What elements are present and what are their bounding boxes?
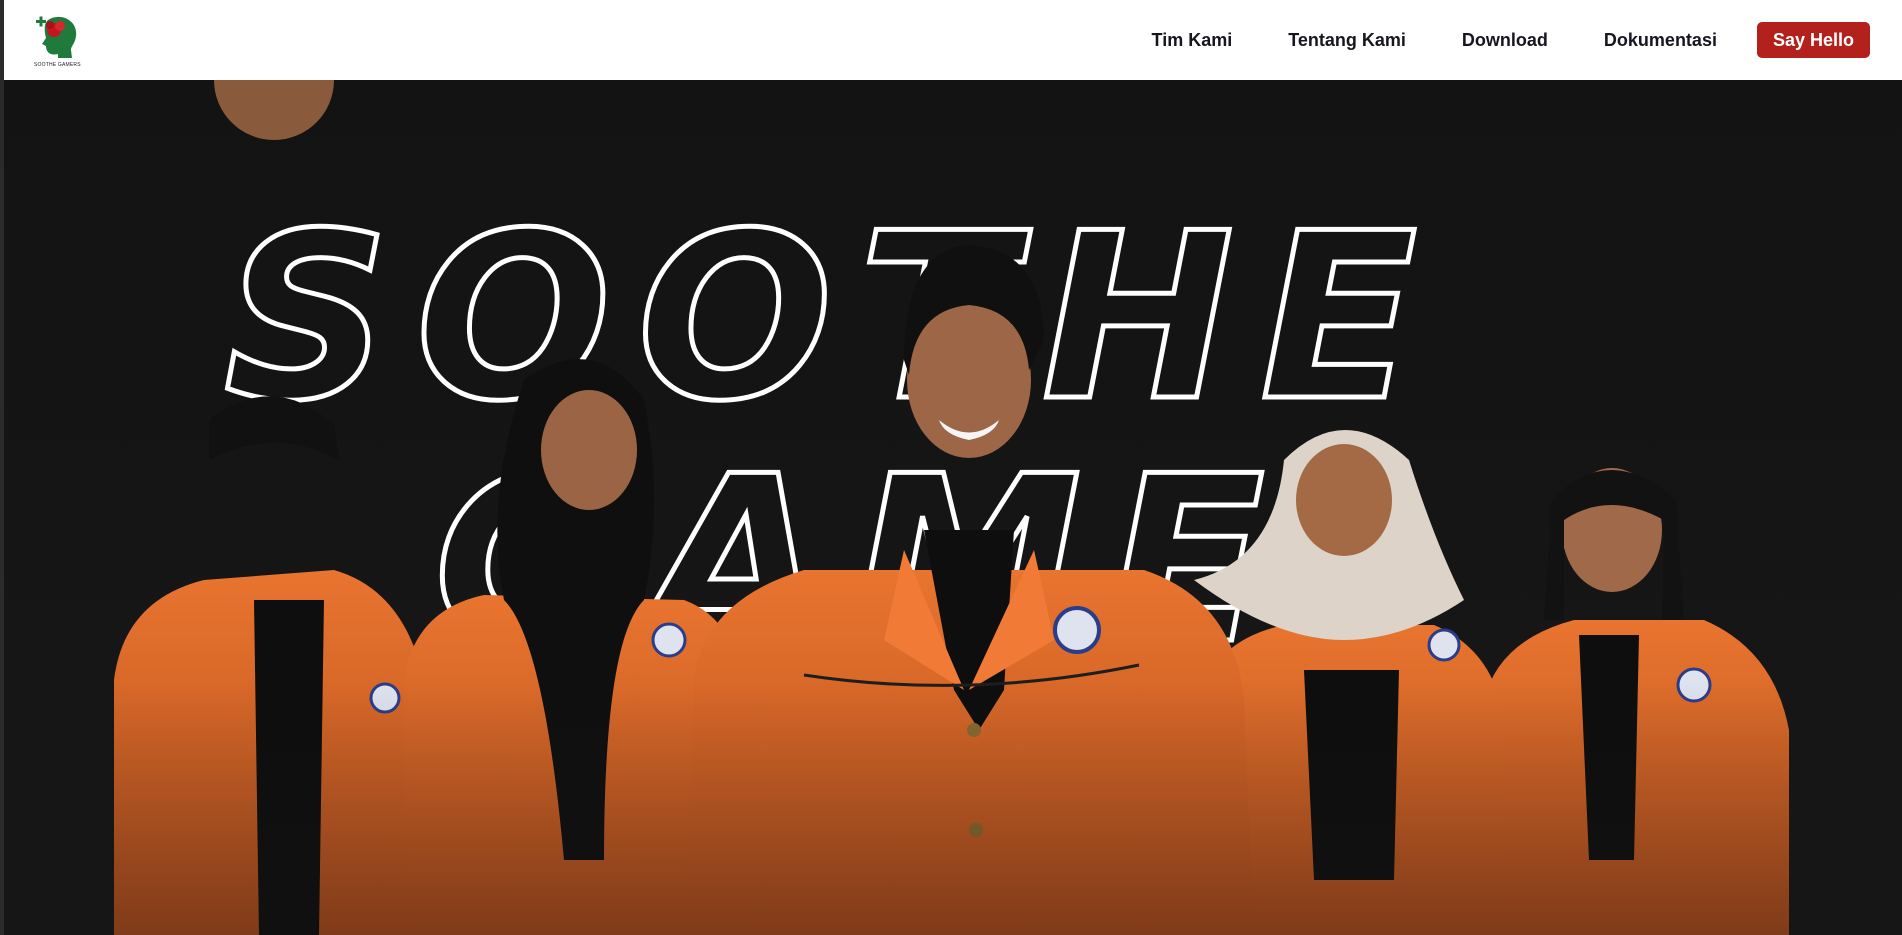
logo-caption: SOOTHE GAMERS — [34, 62, 81, 68]
brain-rose-icon — [36, 16, 77, 58]
nav-tim-kami[interactable]: Tim Kami — [1152, 30, 1233, 51]
hero-section: SOOTHE GAME — [4, 80, 1902, 935]
page-frame: SOOTHE GAMERS Tim Kami Tentang Kami Down… — [4, 0, 1902, 935]
nav-links: Tim Kami Tentang Kami Download Dokumenta… — [1152, 22, 1870, 58]
hero-title-line1: SOOTHE — [224, 185, 1443, 452]
navbar: SOOTHE GAMERS Tim Kami Tentang Kami Down… — [4, 0, 1902, 80]
hero-artwork: SOOTHE GAME — [4, 80, 1902, 935]
nav-tentang-kami[interactable]: Tentang Kami — [1288, 30, 1406, 51]
nav-download[interactable]: Download — [1462, 30, 1548, 51]
nav-dokumentasi[interactable]: Dokumentasi — [1604, 30, 1717, 51]
say-hello-button[interactable]: Say Hello — [1756, 22, 1870, 58]
site-logo[interactable]: SOOTHE GAMERS — [34, 14, 81, 68]
